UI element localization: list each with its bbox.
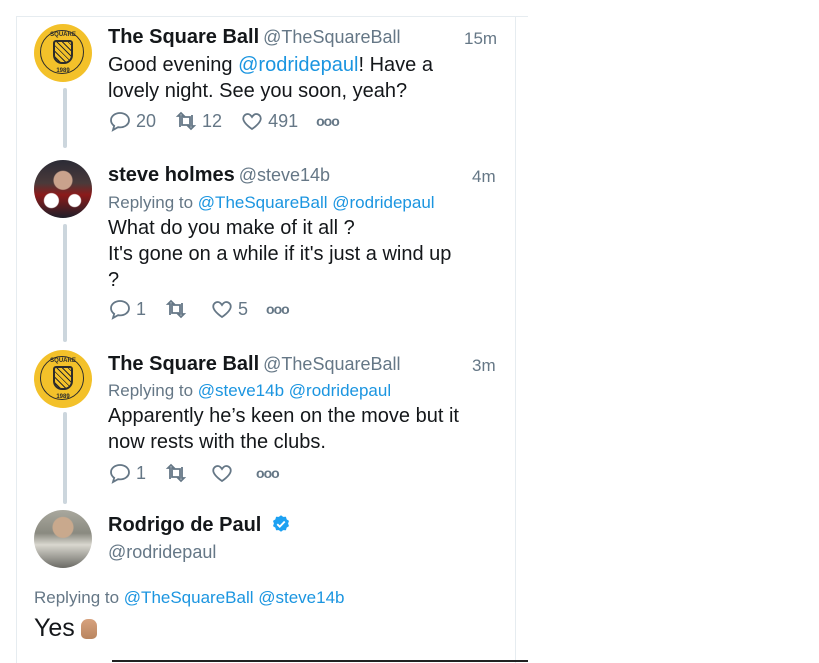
timestamp[interactable]: 4m	[472, 167, 496, 187]
retweet-icon	[165, 463, 187, 483]
timestamp[interactable]: 15m	[464, 29, 497, 49]
avatar[interactable]: SQUARE 1989	[34, 350, 92, 408]
reply-icon	[110, 112, 130, 132]
replying-to: Replying to @TheSquareBall @steve14b	[34, 588, 345, 607]
crossed-fingers-emoji	[80, 619, 97, 639]
replying-to: Replying to @steve14b @rodridepaul	[108, 381, 392, 400]
more-icon[interactable]: ooo	[256, 465, 280, 481]
reply-button[interactable]: 1	[108, 297, 146, 321]
reply-icon	[110, 300, 130, 320]
mention-link[interactable]: @TheSquareBall	[124, 588, 254, 607]
author-name[interactable]: steve holmes	[108, 164, 235, 186]
mention-link[interactable]: @steve14b	[258, 588, 344, 607]
avatar[interactable]	[34, 510, 92, 568]
retweet-icon	[165, 299, 187, 319]
retweet-button[interactable]	[164, 297, 192, 321]
reply-button[interactable]: 20	[108, 109, 156, 133]
reply-button[interactable]: 1	[108, 461, 146, 485]
tweet[interactable]: SQUARE 1989 The Square Ball @TheSquareBal…	[34, 24, 504, 144]
avatar[interactable]: SQUARE 1989	[34, 24, 92, 82]
tweet[interactable]: SQUARE 1989 The Square Ball @TheSquareBal…	[34, 350, 504, 490]
author-handle[interactable]: @TheSquareBall	[263, 354, 400, 374]
tweet-text: Good evening @rodridepaul! Have a lovely…	[108, 54, 433, 102]
timestamp[interactable]: 3m	[472, 356, 496, 376]
tweet-text: What do you make of it all ? It's gone o…	[108, 217, 452, 291]
main-tweet: Rodrigo de Paul @rodridepaul Replying to…	[34, 510, 504, 650]
author-handle[interactable]: @TheSquareBall	[263, 27, 400, 47]
author-handle[interactable]: @steve14b	[239, 165, 330, 185]
tweet-actions: 20 12 491 ooo	[108, 108, 357, 134]
replying-to: Replying to @TheSquareBall @rodridepaul	[108, 193, 435, 212]
mention-link[interactable]: @rodridepaul	[238, 54, 358, 76]
tweet-text: Yes	[34, 614, 97, 643]
retweet-icon	[175, 111, 197, 131]
mention-link[interactable]: @TheSquareBall	[198, 193, 328, 212]
author-handle[interactable]: @rodridepaul	[108, 542, 216, 563]
more-icon[interactable]: ooo	[316, 113, 340, 129]
author-name[interactable]: The Square Ball	[108, 26, 259, 48]
author-name-row[interactable]: Rodrigo de Paul	[108, 514, 291, 537]
like-icon	[242, 113, 262, 131]
mention-link[interactable]: @rodridepaul	[332, 193, 434, 212]
like-button[interactable]: 491	[240, 109, 298, 133]
retweet-button[interactable]	[164, 461, 192, 485]
like-icon	[212, 465, 232, 483]
more-icon[interactable]: ooo	[266, 301, 290, 317]
tweet[interactable]: steve holmes @steve14b 4m Replying to @Th…	[34, 160, 504, 330]
like-button[interactable]: 5	[210, 297, 248, 321]
reply-icon	[110, 464, 130, 484]
avatar[interactable]	[34, 160, 92, 218]
author-name[interactable]: The Square Ball	[108, 353, 259, 375]
like-button[interactable]	[210, 461, 238, 485]
like-icon	[212, 301, 232, 319]
tweet-actions: 1 5 ooo	[108, 296, 307, 322]
mention-link[interactable]: @rodridepaul	[289, 381, 391, 400]
tweet-text: Apparently he’s keen on the move but it …	[108, 405, 459, 453]
bottom-edge	[112, 660, 528, 662]
tweet-actions: 1 ooo	[108, 460, 297, 486]
retweet-button[interactable]: 12	[174, 109, 222, 133]
verified-badge-icon	[272, 515, 289, 532]
mention-link[interactable]: @steve14b	[198, 381, 284, 400]
